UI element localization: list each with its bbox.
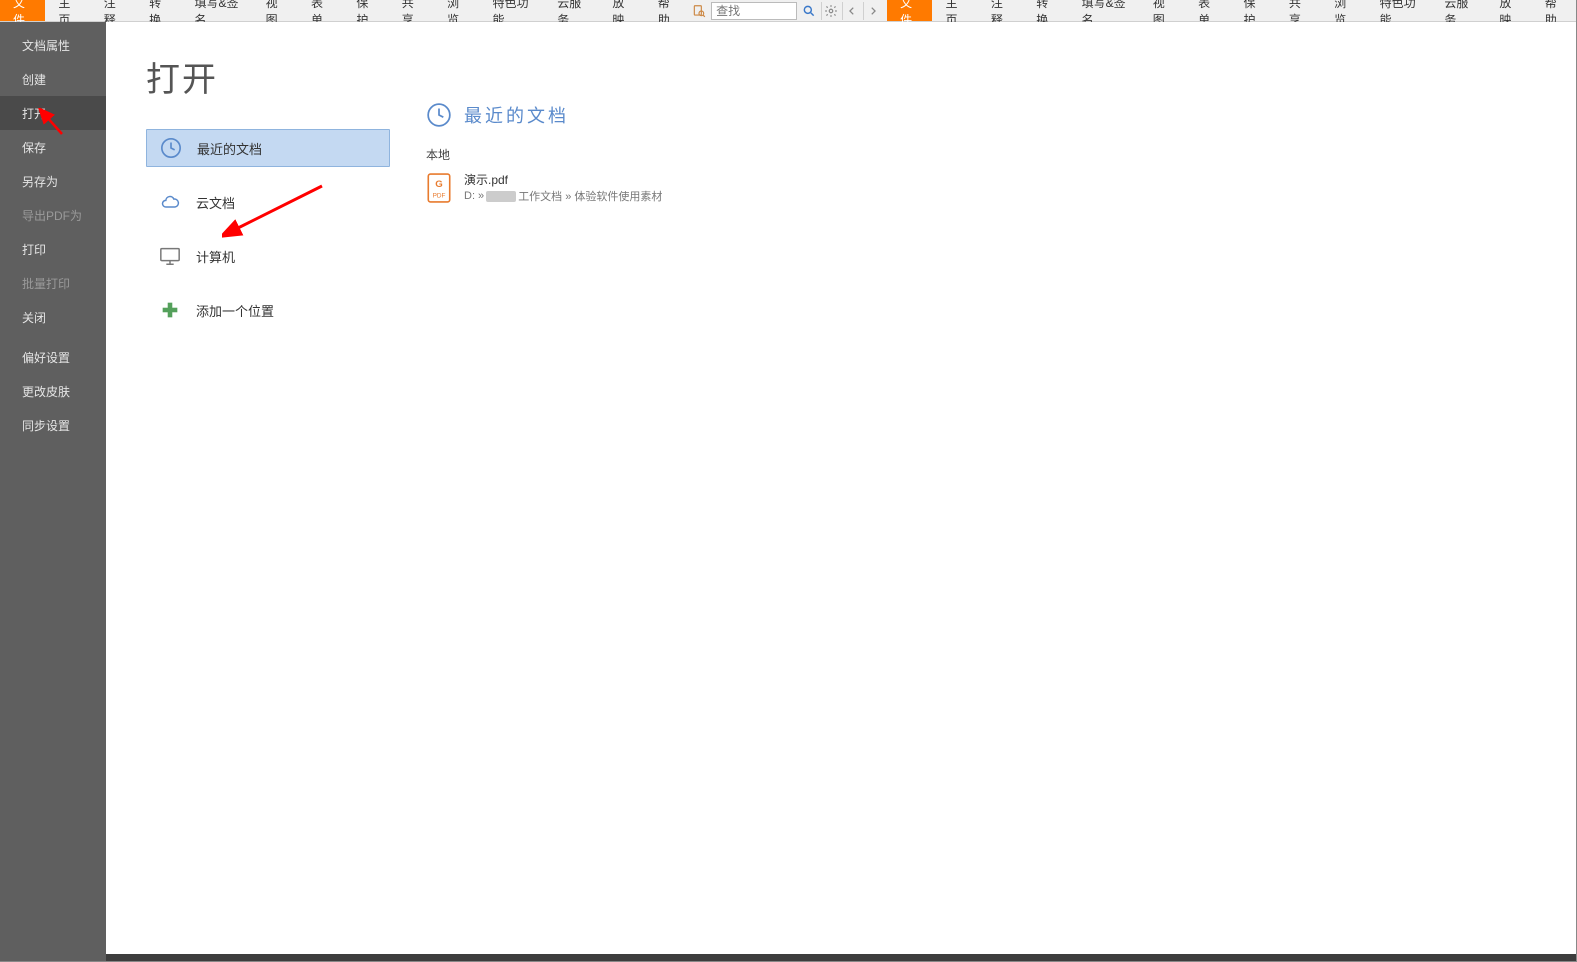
svg-text:G: G	[435, 178, 443, 189]
menu-tab-4[interactable]: 填写&签名	[182, 0, 253, 21]
location-item-plus[interactable]: 添加一个位置	[146, 291, 390, 329]
location-label: 云文档	[196, 193, 235, 212]
menu-tab-9[interactable]: 浏览	[434, 0, 479, 21]
menu-tab-3[interactable]: 转换	[1023, 0, 1068, 21]
sidebar-item-1[interactable]: 创建	[0, 62, 106, 96]
menu-tab-5[interactable]: 视图	[1140, 0, 1185, 21]
menu-tab-10[interactable]: 特色功能	[1367, 0, 1432, 21]
sidebar-item-7[interactable]: 批量打印	[0, 266, 106, 300]
find-in-page-icon[interactable]	[690, 2, 708, 20]
locations-column: 打开 最近的文档云文档计算机添加一个位置	[106, 22, 396, 962]
sidebar-item-0[interactable]: 文档属性	[0, 28, 106, 62]
search-icon[interactable]	[800, 2, 818, 20]
menubar-right	[690, 0, 887, 21]
recent-column: 最近的文档 本地 G PDF 演示.pdfD: » 工作文档 » 体验软件使用素材	[396, 22, 1577, 962]
sidebar-item-11[interactable]: 同步设置	[0, 408, 106, 442]
sidebar-item-2[interactable]: 打开	[0, 96, 106, 130]
menu-tab-9[interactable]: 浏览	[1321, 0, 1366, 21]
location-item-cloud[interactable]: 云文档	[146, 183, 390, 221]
sidebar-item-8[interactable]: 关闭	[0, 300, 106, 334]
menu-tab-0[interactable]: 文件	[0, 0, 45, 21]
computer-icon	[158, 244, 182, 268]
menu-tab-10[interactable]: 特色功能	[480, 0, 545, 21]
menu-tab-13[interactable]: 帮助	[645, 0, 690, 21]
sidebar-item-3[interactable]: 保存	[0, 130, 106, 164]
location-label: 最近的文档	[197, 139, 262, 158]
menu-tab-8[interactable]: 共享	[1276, 0, 1321, 21]
location-label: 添加一个位置	[196, 301, 274, 320]
menu-tab-12[interactable]: 放映	[1486, 0, 1531, 21]
location-item-computer[interactable]: 计算机	[146, 237, 390, 275]
body-area: 文档属性创建打开保存另存为导出PDF为打印批量打印关闭偏好设置更改皮肤同步设置 …	[0, 22, 1577, 962]
sidebar-item-10[interactable]: 更改皮肤	[0, 374, 106, 408]
menu-tab-11[interactable]: 云服务	[1431, 0, 1486, 21]
locations-list: 最近的文档云文档计算机添加一个位置	[146, 129, 396, 329]
menu-tab-2[interactable]: 注释	[978, 0, 1023, 21]
gear-icon[interactable]	[821, 2, 839, 20]
plus-icon	[158, 298, 182, 322]
menubar: 文件主页注释转换填写&签名视图表单保护共享浏览特色功能云服务放映帮助 文件主页注…	[0, 0, 1577, 22]
menu-tab-0[interactable]: 文件	[887, 0, 932, 21]
sidebar-item-6[interactable]: 打印	[0, 232, 106, 266]
page-title: 打开	[146, 52, 396, 101]
status-bar	[106, 954, 1577, 962]
recent-file-list: G PDF 演示.pdfD: » 工作文档 » 体验软件使用素材	[426, 169, 1577, 206]
recent-file-row[interactable]: G PDF 演示.pdfD: » 工作文档 » 体验软件使用素材	[426, 169, 1577, 206]
svg-text:PDF: PDF	[433, 192, 446, 199]
cloud-icon	[158, 190, 182, 214]
menu-tab-1[interactable]: 主页	[45, 0, 90, 21]
menu-tab-4[interactable]: 填写&签名	[1069, 0, 1140, 21]
file-path: D: » 工作文档 » 体验软件使用素材	[464, 188, 662, 204]
search-input[interactable]	[711, 2, 797, 20]
nav-prev-icon[interactable]	[842, 2, 860, 20]
recent-section-header: 最近的文档	[426, 102, 1577, 128]
content-area: 打开 最近的文档云文档计算机添加一个位置 最近的文档 本地 G PDF 演示.pdf…	[106, 22, 1577, 962]
clock-icon	[159, 136, 183, 160]
menu-tab-7[interactable]: 保护	[1230, 0, 1275, 21]
sidebar-item-4[interactable]: 另存为	[0, 164, 106, 198]
menu-tab-11[interactable]: 云服务	[544, 0, 599, 21]
sidebar-item-5[interactable]: 导出PDF为	[0, 198, 106, 232]
menu-tab-6[interactable]: 表单	[1185, 0, 1230, 21]
menu-tab-5[interactable]: 视图	[253, 0, 298, 21]
menu-tab-13[interactable]: 帮助	[1532, 0, 1577, 21]
menu-tab-6[interactable]: 表单	[298, 0, 343, 21]
menu-tab-7[interactable]: 保护	[343, 0, 388, 21]
file-meta: 演示.pdfD: » 工作文档 » 体验软件使用素材	[464, 171, 662, 204]
nav-next-icon[interactable]	[863, 2, 881, 20]
menu-tab-2[interactable]: 注释	[91, 0, 136, 21]
clock-icon	[426, 102, 452, 128]
menu-tab-1[interactable]: 主页	[932, 0, 977, 21]
pdf-file-icon: G PDF	[426, 173, 454, 203]
recent-section-title: 最近的文档	[464, 102, 569, 128]
file-menu-sidebar: 文档属性创建打开保存另存为导出PDF为打印批量打印关闭偏好设置更改皮肤同步设置	[0, 22, 106, 962]
location-label: 计算机	[196, 247, 235, 266]
menu-tab-12[interactable]: 放映	[599, 0, 644, 21]
menu-tab-3[interactable]: 转换	[136, 0, 181, 21]
file-name: 演示.pdf	[464, 171, 662, 188]
recent-group-label: 本地	[426, 146, 1577, 163]
sidebar-item-9[interactable]: 偏好设置	[0, 340, 106, 374]
location-item-clock[interactable]: 最近的文档	[146, 129, 390, 167]
menu-tab-8[interactable]: 共享	[389, 0, 434, 21]
